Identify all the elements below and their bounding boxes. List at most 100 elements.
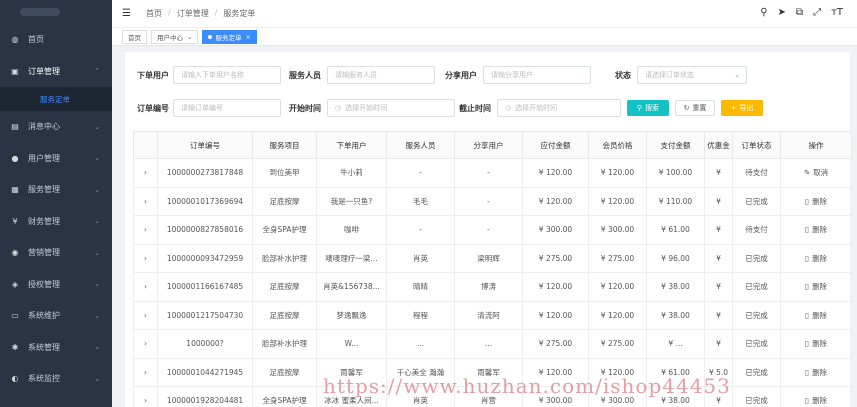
expand-chevron-icon[interactable]: › xyxy=(133,158,158,188)
breadcrumb-separator: / xyxy=(168,8,171,17)
external-link-icon[interactable]: ⧉ xyxy=(796,7,803,18)
reset-button[interactable]: ↻ 重置 xyxy=(675,100,715,116)
filter-label-status: 状态 xyxy=(615,70,631,80)
send-icon[interactable]: ➤ xyxy=(778,7,786,18)
row-action-button[interactable]: ▯ 删除 xyxy=(780,300,852,330)
cell-status: 已完成 xyxy=(732,272,781,302)
start-time-picker[interactable]: ◷ 选择开始时间 xyxy=(327,99,455,117)
expand-chevron-icon[interactable]: › xyxy=(133,300,158,330)
chevron-down-icon: ⌄ xyxy=(94,343,100,352)
row-action-button[interactable]: ▯ 删除 xyxy=(780,386,852,407)
dashboard-icon: ◍ xyxy=(11,35,19,45)
top-header: ☰ 首页 / 订单管理 / 服务定单 ⚲ ➤ ⧉ ⤢ ᴛT xyxy=(112,0,857,28)
tab-label: 服务定单 xyxy=(215,33,242,42)
cell-item: 脸部补水护理 xyxy=(252,243,317,273)
status-select[interactable]: 请选择订单状态 ⌄ xyxy=(637,66,747,84)
staff-input[interactable]: 请输服务人员 xyxy=(327,66,435,84)
expand-chevron-icon[interactable]: › xyxy=(133,329,158,359)
share-user-input[interactable]: 请输分享用户 xyxy=(483,66,591,84)
row-action-button[interactable]: ▯ 删除 xyxy=(780,357,852,387)
search-icon[interactable]: ⚲ xyxy=(760,7,767,18)
expand-chevron-icon[interactable]: › xyxy=(133,357,158,387)
sidebar-item-label: 授权管理 xyxy=(28,279,60,289)
chevron-down-icon: ⌄ xyxy=(94,248,100,257)
cell-no: 1000000? xyxy=(157,329,253,359)
order-no-input[interactable]: 请输订单编号 xyxy=(173,99,281,117)
expand-chevron-icon[interactable]: › xyxy=(133,272,158,302)
font-size-icon[interactable]: ᴛT xyxy=(831,7,843,18)
chevron-down-icon: ⌄ xyxy=(94,217,100,226)
sidebar-item[interactable]: ▭ 系统维护 ⌄ xyxy=(0,300,112,332)
sidebar-item[interactable]: ▣ 订单管理 ⌃ xyxy=(0,56,112,88)
sidebar-item[interactable]: ✱ 系统管理 ⌄ xyxy=(0,332,112,364)
tab-service-orders[interactable]: 服务定单 × xyxy=(202,29,257,44)
export-button[interactable]: + 导出 xyxy=(721,100,763,116)
column-header: 会员价格 xyxy=(588,131,647,159)
tab-label: 用户中心 xyxy=(157,33,183,42)
column-header: 支付金额 xyxy=(646,131,705,159)
breadcrumb-home[interactable]: 首页 xyxy=(146,8,162,19)
expand-chevron-icon[interactable]: › xyxy=(133,243,158,273)
export-button-label: 导出 xyxy=(739,104,754,112)
sidebar-item[interactable]: ● 用户管理 ⌄ xyxy=(0,143,112,175)
order-user-input[interactable]: 请输入下单用户名称 xyxy=(173,66,281,84)
expand-chevron-icon[interactable]: › xyxy=(133,215,158,245)
cell-discount: ¥ xyxy=(704,272,733,302)
column-header xyxy=(133,131,158,159)
close-icon[interactable]: × xyxy=(245,33,250,41)
fullscreen-icon[interactable]: ⤢ xyxy=(813,7,821,18)
sidebar-item-label: 消息中心 xyxy=(28,122,60,132)
row-action-button[interactable]: ▯ 删除 xyxy=(780,272,852,302)
reset-button-label: 重置 xyxy=(692,104,707,112)
row-action-button[interactable]: ▯ 删除 xyxy=(780,186,852,216)
menu-toggle-icon[interactable]: ☰ xyxy=(122,8,132,19)
sidebar-item[interactable]: ◐ 系统监控 ⌄ xyxy=(0,363,112,395)
sidebar-item[interactable]: ◉ 营销管理 ⌄ xyxy=(0,237,112,269)
table-row: › 1000000273817848 到位美甲 牛小莉 - - ¥ 120.00 ¥ 120.… xyxy=(133,158,852,188)
trash-icon: ▯ xyxy=(804,310,810,320)
tab-home[interactable]: 首页 xyxy=(122,29,147,44)
end-time-picker[interactable]: ◷ 选择开始时间 xyxy=(497,99,621,117)
sidebar-item[interactable]: ◈ 授权管理 ⌄ xyxy=(0,269,112,301)
sidebar-item[interactable]: ▦ 服务管理 ⌄ xyxy=(0,174,112,206)
chevron-down-icon[interactable]: ⌄ xyxy=(187,33,192,41)
sidebar-item[interactable]: ◍ 首页 xyxy=(0,24,112,56)
gear-icon: ✱ xyxy=(11,342,19,352)
cell-paid: ¥ ... xyxy=(646,329,705,359)
cell-share: ... xyxy=(454,329,523,359)
cell-share: 博涛 xyxy=(454,272,523,302)
cell-share: 梁明辉 xyxy=(454,243,523,273)
row-action-button[interactable]: ▯ 删除 xyxy=(780,329,852,359)
sidebar-item[interactable]: ¥ 财务管理 ⌄ xyxy=(0,206,112,238)
filter-label-start: 开始时间 xyxy=(289,103,321,113)
row-action-label: 删除 xyxy=(812,396,828,406)
expand-chevron-icon[interactable]: › xyxy=(133,386,158,407)
cell-member: ¥ 275.00 xyxy=(588,329,647,359)
message-icon: ▤ xyxy=(11,122,19,132)
tab-user-center[interactable]: 用户中心 ⌄ xyxy=(151,29,199,44)
cell-member: ¥ 120.00 xyxy=(588,272,647,302)
cell-share: - xyxy=(454,158,523,188)
sidebar-item[interactable]: ▤ 消息中心 ⌄ xyxy=(0,111,112,143)
expand-chevron-icon[interactable]: › xyxy=(133,186,158,216)
cell-staff: ... xyxy=(386,329,455,359)
row-action-label: 删除 xyxy=(812,253,828,263)
trash-icon: ▯ xyxy=(804,196,810,206)
row-action-button[interactable]: ▯ 删除 xyxy=(780,243,852,273)
logo-mark xyxy=(20,8,60,16)
sidebar-item-label: 系统监控 xyxy=(28,374,60,384)
table-row: › 1000001217504730 足底按摩 梦逸飘逸 程程 清流阿 ¥ 120.00 ¥ … xyxy=(133,300,852,330)
row-action-button[interactable]: ✎ 取消 xyxy=(780,158,852,188)
cell-item: 到位美甲 xyxy=(252,158,317,188)
column-header: 分享用户 xyxy=(454,131,523,159)
breadcrumb-orders[interactable]: 订单管理 xyxy=(177,8,209,19)
sidebar-subitem-service-orders[interactable]: 服务定单 xyxy=(0,87,112,111)
cell-item: 足底按摩 xyxy=(252,357,317,387)
cell-paid: ¥ 38.00 xyxy=(646,272,705,302)
row-action-button[interactable]: ▯ 删除 xyxy=(780,215,852,245)
cell-status: 已完成 xyxy=(732,300,781,330)
row-action-label: 删除 xyxy=(812,367,828,377)
cell-paid: ¥ 96.00 xyxy=(646,243,705,273)
cell-discount: ¥ xyxy=(704,158,733,188)
search-button[interactable]: ⚲ 搜索 xyxy=(627,100,669,116)
